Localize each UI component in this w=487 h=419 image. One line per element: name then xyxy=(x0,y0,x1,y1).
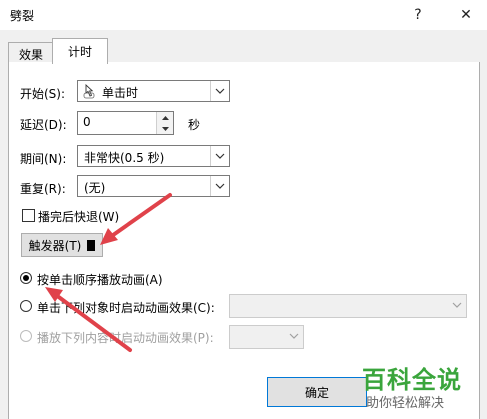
watermark: 百科全说 助你轻松解决 xyxy=(358,356,487,419)
watermark-title: 百科全说 xyxy=(362,366,462,394)
tab-timing-label: 计时 xyxy=(67,45,92,59)
tab-timing[interactable]: 计时 xyxy=(52,38,108,64)
annotation-arrow-bottom xyxy=(45,287,132,352)
annotation-arrow-top xyxy=(100,193,172,245)
watermark-subtitle: 助你轻松解决 xyxy=(366,396,445,411)
